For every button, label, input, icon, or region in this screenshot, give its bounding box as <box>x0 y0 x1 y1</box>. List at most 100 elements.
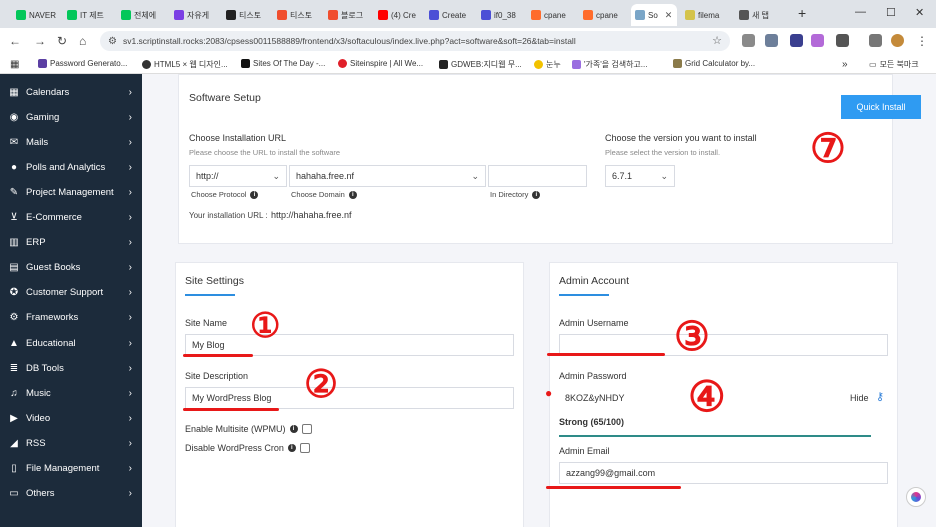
info-icon[interactable]: i <box>250 190 259 199</box>
apps-grid-icon[interactable]: ▦ <box>10 59 19 70</box>
browser-tab[interactable]: 새 탭 <box>735 4 793 26</box>
close-window-button[interactable]: ✕ <box>915 6 924 19</box>
sidebar-item-music[interactable]: ♫ Music › <box>0 383 142 403</box>
extensions-puzzle-icon[interactable] <box>836 34 849 47</box>
camera-extension-icon[interactable] <box>742 34 755 47</box>
sidebar-item-db-tools[interactable]: ≣ DB Tools › <box>0 358 142 378</box>
bookmark-item[interactable]: Siteinspire | All We... <box>338 59 423 68</box>
browser-tab[interactable]: 티스토 <box>273 4 320 26</box>
quick-install-button[interactable]: Quick Install <box>841 95 921 119</box>
sidebar-item-educational[interactable]: ▲ Educational › <box>0 333 142 353</box>
browser-tab[interactable]: 티스토 <box>222 4 269 26</box>
bookmarks-overflow-button[interactable]: » <box>842 59 848 70</box>
chevron-right-icon: › <box>128 212 132 223</box>
admin-email-input[interactable]: azzang99@gmail.com <box>559 462 888 484</box>
back-icon[interactable]: ← <box>9 34 21 48</box>
sidebar-item-rss[interactable]: ◢ RSS › <box>0 433 142 453</box>
sidebar-item-label: Project Management <box>26 186 114 198</box>
browser-tab[interactable]: filema <box>681 4 731 26</box>
site-description-input[interactable]: My WordPress Blog <box>185 387 514 409</box>
home-icon[interactable]: ⌂ <box>79 34 86 48</box>
address-bar[interactable]: ⚙ sv1.scriptinstall.rocks:2083/cpsess001… <box>100 31 730 51</box>
annotation-underline <box>183 354 253 357</box>
reading-list-icon[interactable] <box>869 34 882 47</box>
bookmark-item[interactable]: 눈누 <box>534 59 561 70</box>
maximize-button[interactable]: ☐ <box>886 6 896 19</box>
sidebar-item-video[interactable]: ▶ Video › <box>0 408 142 428</box>
sidebar-item-e-commerce[interactable]: ⊻ E-Commerce › <box>0 208 142 228</box>
sidebar-item-guest-books[interactable]: ▤ Guest Books › <box>0 258 142 278</box>
version-select[interactable]: 6.7.1 ⌄ <box>605 165 675 187</box>
browser-menu-icon[interactable]: ⋮ <box>916 34 928 48</box>
your-install-url-label: Your installation URL : <box>189 211 268 220</box>
bookmark-item[interactable]: GDWEB:지디웹 무... <box>439 59 522 70</box>
protocol-select[interactable]: http:// ⌄ <box>189 165 287 187</box>
multisite-label: Enable Multisite (WPMU) <box>185 424 286 434</box>
browser-tab[interactable]: So ✕ <box>631 4 677 26</box>
browser-tab[interactable]: IT 제트 <box>63 4 113 26</box>
sidebar-item-label: Gaming <box>26 111 60 123</box>
hide-password-toggle[interactable]: Hide <box>850 393 869 403</box>
multisite-option: Enable Multisite (WPMU) i <box>185 424 312 434</box>
sidebar-item-frameworks[interactable]: ⚙ Frameworks › <box>0 308 142 328</box>
close-tab-icon[interactable]: ✕ <box>665 10 673 21</box>
reload-icon[interactable]: ↻ <box>57 34 67 48</box>
sidebar-item-project-management[interactable]: ✎ Project Management › <box>0 182 142 202</box>
info-icon[interactable]: i <box>289 425 298 433</box>
browser-tab[interactable]: 블로그 <box>324 4 370 26</box>
browser-tab[interactable]: if0_38 <box>477 4 523 26</box>
browser-tab[interactable]: NAVER <box>12 4 60 26</box>
tab-title: (4) Cre <box>391 10 416 20</box>
sidebar-item-erp[interactable]: ▥ ERP › <box>0 233 142 253</box>
sidebar-item-others[interactable]: ▭ Others › <box>0 484 142 504</box>
bookmark-item[interactable]: Sites Of The Day -... <box>241 59 325 68</box>
install-main-content: Software Setup Quick Install Choose Inst… <box>142 74 936 527</box>
browser-tab[interactable]: (4) Cre <box>374 4 421 26</box>
bookmark-favicon <box>38 59 47 68</box>
bookmark-item[interactable]: '가족'을 검색하고... <box>572 59 647 70</box>
sidebar-item-file-management[interactable]: ▯ File Management › <box>0 459 142 479</box>
domain-select[interactable]: hahaha.free.nf ⌄ <box>289 165 486 187</box>
sidebar-item-label: Mails <box>26 136 49 148</box>
site-name-input[interactable]: My Blog <box>185 334 514 356</box>
sidebar-item-calendars[interactable]: ▦ Calendars › <box>0 82 142 102</box>
site-info-icon[interactable]: ⚙ <box>108 36 117 47</box>
extension-badge-icon[interactable] <box>790 34 803 47</box>
bookmark-favicon <box>673 59 682 68</box>
translate-extension-icon[interactable] <box>765 34 778 47</box>
disable-cron-checkbox[interactable] <box>299 443 310 453</box>
browser-tab[interactable]: Create <box>425 4 473 26</box>
key-icon[interactable]: ⚷ <box>876 390 884 403</box>
bookmark-item[interactable]: HTML5 × 웹 디자인... <box>142 59 228 70</box>
bookmark-item[interactable]: Password Generato... <box>38 59 127 68</box>
info-icon[interactable]: i <box>287 444 296 452</box>
profile-avatar[interactable] <box>891 34 904 47</box>
all-bookmarks-folder[interactable]: ▭ 모든 북마크 <box>869 59 919 70</box>
sidebar-item-gaming[interactable]: ◉ Gaming › <box>0 107 142 127</box>
bookmark-star-icon[interactable]: ☆ <box>712 34 722 47</box>
ai-extension-icon[interactable] <box>811 34 824 47</box>
directory-input[interactable] <box>488 165 587 187</box>
software-setup-card: Software Setup Quick Install Choose Inst… <box>178 74 921 244</box>
multisite-checkbox[interactable] <box>301 424 312 434</box>
browser-tab-strip: NAVER IT 제트 전체에 자유게 티스토 티스토 블로그 (4) Cre Create if… <box>0 0 936 28</box>
tab-favicon <box>121 10 131 20</box>
assistant-float-button[interactable] <box>906 487 926 507</box>
sidebar-item-polls-and-analytics[interactable]: ● Polls and Analytics › <box>0 157 142 177</box>
site-settings-card: Site Settings Site Name My Blog Site Des… <box>175 262 524 527</box>
browser-tab[interactable]: cpane <box>579 4 627 26</box>
info-icon[interactable]: i <box>532 190 541 199</box>
info-icon[interactable]: i <box>348 190 357 199</box>
bookmark-item[interactable]: Grid Calculator by... <box>673 59 755 68</box>
minimize-button[interactable]: — <box>855 6 866 18</box>
browser-tab[interactable]: cpane <box>527 4 575 26</box>
url-text[interactable]: sv1.scriptinstall.rocks:2083/cpsess00115… <box>123 36 576 46</box>
sidebar-item-customer-support[interactable]: ✪ Customer Support › <box>0 283 142 303</box>
sidebar-item-mails[interactable]: ✉ Mails › <box>0 132 142 152</box>
new-tab-button[interactable]: + <box>798 5 806 21</box>
browser-tab[interactable]: 자유게 <box>170 4 218 26</box>
bookmark-favicon <box>439 60 448 69</box>
browser-tab[interactable]: 전체에 <box>117 4 166 26</box>
forward-icon[interactable]: → <box>34 34 46 48</box>
bookmark-favicon <box>241 59 250 68</box>
